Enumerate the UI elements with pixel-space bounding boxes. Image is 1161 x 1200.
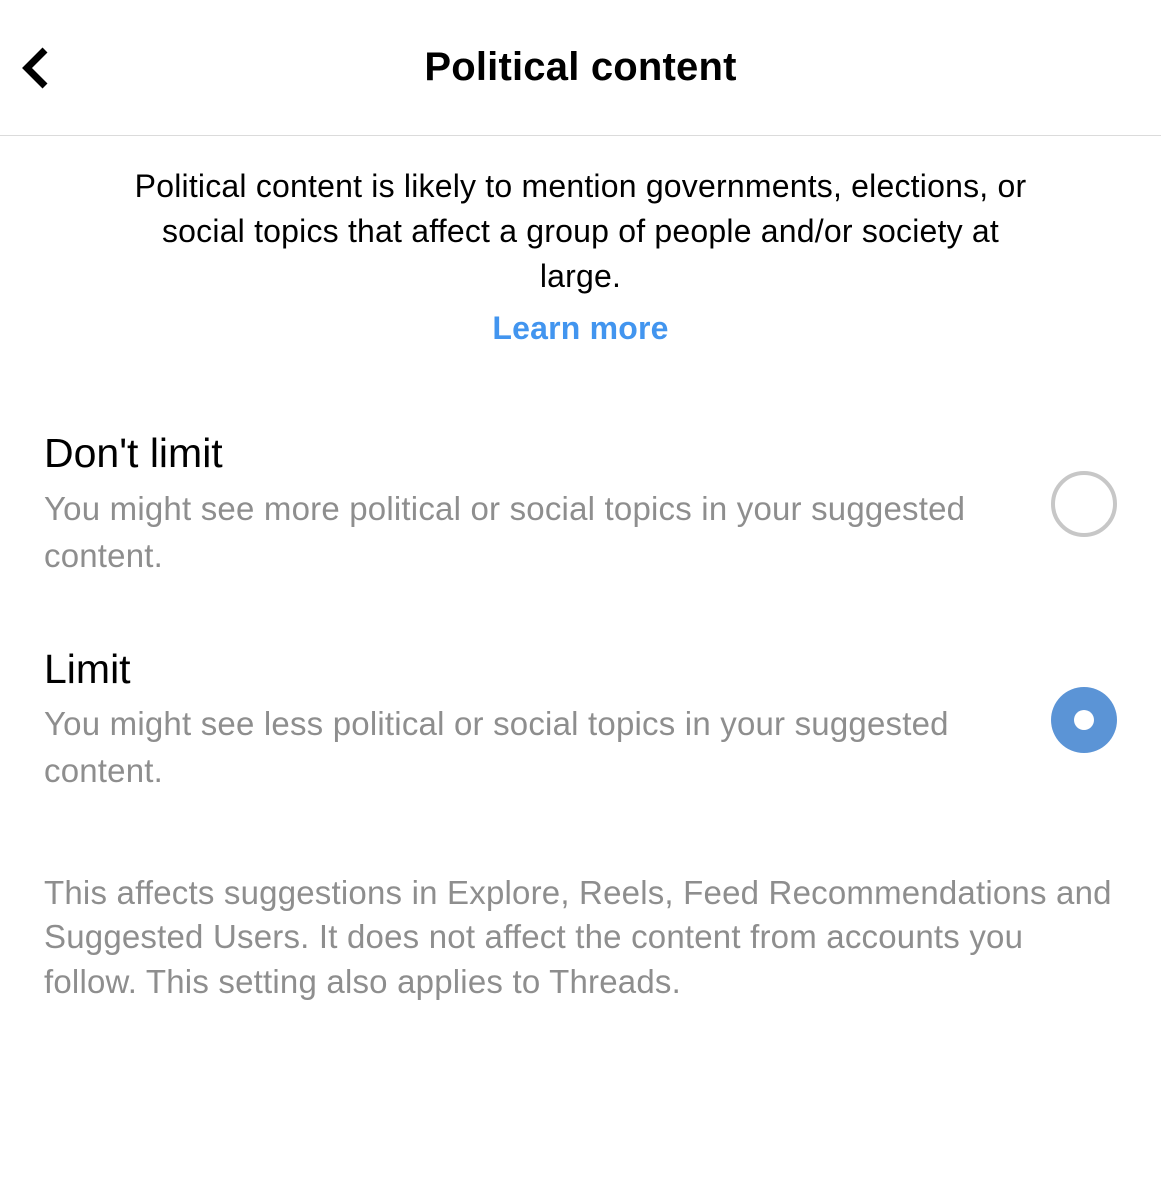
option-dont-limit[interactable]: Don't limit You might see more political… bbox=[44, 429, 1117, 579]
options-list: Don't limit You might see more political… bbox=[0, 347, 1161, 794]
intro-text: Political content is likely to mention g… bbox=[130, 164, 1031, 298]
option-desc: You might see less political or social t… bbox=[44, 700, 991, 794]
option-text: Limit You might see less political or so… bbox=[44, 645, 1051, 795]
option-title: Don't limit bbox=[44, 429, 991, 478]
option-limit[interactable]: Limit You might see less political or so… bbox=[44, 645, 1117, 795]
learn-more-link[interactable]: Learn more bbox=[492, 310, 668, 347]
back-button[interactable] bbox=[14, 44, 62, 92]
radio-unselected-icon[interactable] bbox=[1051, 471, 1117, 537]
page-title: Political content bbox=[0, 45, 1161, 90]
option-desc: You might see more political or social t… bbox=[44, 485, 991, 579]
radio-selected-icon[interactable] bbox=[1051, 687, 1117, 753]
option-title: Limit bbox=[44, 645, 991, 694]
chevron-left-icon bbox=[18, 44, 58, 92]
intro-section: Political content is likely to mention g… bbox=[0, 136, 1161, 347]
option-text: Don't limit You might see more political… bbox=[44, 429, 1051, 579]
header: Political content bbox=[0, 0, 1161, 136]
footer-note: This affects suggestions in Explore, Ree… bbox=[0, 861, 1161, 1006]
